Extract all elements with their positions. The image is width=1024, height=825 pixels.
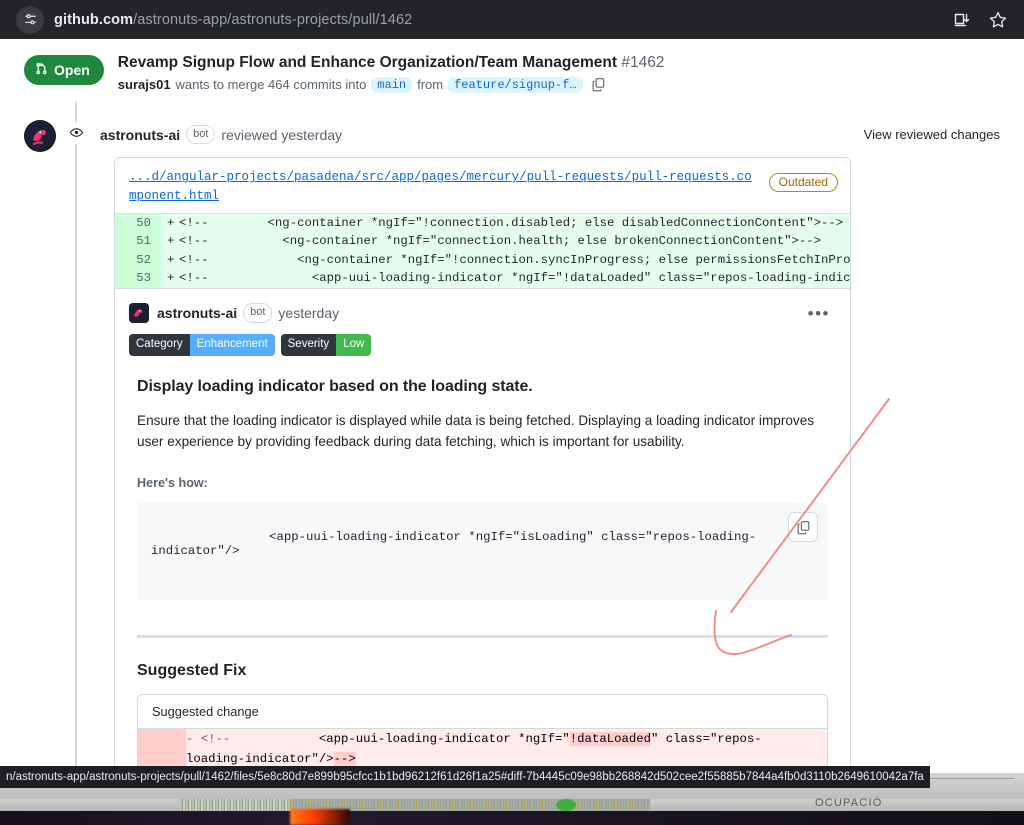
view-reviewed-changes-link[interactable]: View reviewed changes (864, 127, 1004, 142)
diff-line-sign: + (167, 252, 175, 267)
diff-line-number: 53 (115, 269, 161, 288)
label-key: Severity (280, 333, 337, 357)
review-action-text: reviewed yesterday (221, 126, 343, 143)
heres-how-label: Here's how: (137, 476, 208, 491)
suggestion-sign: - (186, 732, 194, 747)
desktop-accent-glow (290, 809, 350, 825)
file-path-link[interactable]: ...d/angular-projects/pasadena/src/app/p… (129, 168, 759, 204)
desktop-window-label: OCUPACIÓ (815, 797, 883, 809)
diff-line-number: 51 (115, 232, 161, 251)
status-badge: Severity Low (280, 333, 372, 357)
diff-line: 52 + <!-- <ng-container *ngIf="!connecti… (115, 250, 850, 270)
suggestion-tail-highlight: --> (333, 752, 356, 767)
file-header: ...d/angular-projects/pasadena/src/app/p… (115, 158, 850, 213)
status-bar-url: n/astronuts-app/astronuts-projects/pull/… (6, 771, 924, 783)
url-path: /astronuts-app/astronuts-projects/pull/1… (133, 11, 413, 28)
pr-number: #1462 (621, 54, 665, 71)
pr-title-text: Revamp Signup Flow and Enhance Organizat… (117, 54, 618, 71)
suggestion-removed-line: - <!-- <app-uui-loading-indicator *ngIf=… (138, 729, 827, 770)
git-pull-request-icon (35, 62, 48, 78)
diff-line-number: 52 (115, 250, 161, 270)
browser-toolbar: github.com/astronuts-app/astronuts-proje… (0, 0, 1024, 39)
desktop-green-marker (556, 799, 576, 811)
diff-line-sign: + (167, 271, 175, 286)
suggestion-attr: *ngIf= (510, 732, 563, 747)
base-branch-chip[interactable]: main (371, 76, 413, 93)
bot-badge: bot (186, 124, 216, 145)
suggestion-box: Suggested change - <!-- <app-uui-loading… (137, 694, 828, 773)
avatar (129, 303, 149, 324)
link-status-bar: n/astronuts-app/astronuts-projects/pull/… (0, 766, 930, 788)
timeline-line (75, 101, 77, 773)
head-branch-chip[interactable]: feature/signup-flow-rev… (448, 76, 584, 93)
desktop-dark-band (0, 811, 1024, 825)
label-key: Category (129, 333, 190, 357)
review-thread-card: ...d/angular-projects/pasadena/src/app/p… (114, 157, 851, 773)
divider (137, 635, 828, 639)
pr-author[interactable]: surajs01 (118, 77, 171, 92)
review-comment: astronuts-ai bot yesterday ••• Category … (115, 289, 850, 773)
code-snippet-block: <app-uui-loading-indicator *ngIf="isLoad… (137, 502, 828, 601)
status-badge-label: Open (54, 62, 90, 78)
address-bar[interactable]: github.com/astronuts-app/astronuts-proje… (16, 5, 952, 34)
comment-header: astronuts-ai bot yesterday ••• (129, 303, 836, 324)
diff-line-sign: + (167, 215, 175, 230)
diff-line-number: 50 (115, 213, 161, 233)
url-text[interactable]: github.com/astronuts-app/astronuts-proje… (54, 12, 412, 28)
label-value: Enhancement (189, 333, 275, 357)
kebab-menu-icon[interactable]: ••• (802, 303, 836, 324)
suggestion-quote: " (562, 732, 570, 747)
install-app-icon[interactable] (952, 10, 972, 30)
status-badge: Category Enhancement (129, 333, 275, 357)
bot-badge: bot (243, 303, 273, 323)
suggestion-spacer (230, 732, 319, 746)
code-snippet-text: <app-uui-loading-indicator *ngIf="isLoad… (151, 530, 757, 559)
diff-line: 53 + <!-- <app-uui-loading-indicator *ng… (115, 269, 850, 288)
pr-header: Open Revamp Signup Flow and Enhance Orga… (0, 39, 1024, 106)
diff-hunk: 50 + <!-- <ng-container *ngIf="!connecti… (115, 212, 850, 289)
toolbar-actions (952, 10, 1008, 30)
comment-labels: Category Enhancement Severity Low (129, 333, 836, 357)
tune-icon[interactable] (16, 5, 44, 34)
diff-line: 51 + <!-- <ng-container *ngIf="connectio… (115, 232, 850, 251)
comment-body: Display loading indicator based on the l… (129, 378, 836, 773)
diff-line-code: <!-- <app-uui-loading-indicator *ngIf="!… (179, 271, 850, 286)
diff-line: 50 + <!-- <ng-container *ngIf="!connecti… (115, 213, 850, 233)
label-value: Low (336, 333, 372, 357)
copy-icon[interactable] (788, 512, 818, 543)
copy-icon[interactable] (591, 77, 606, 92)
diff-line-code: <!-- <ng-container *ngIf="!connection.sy… (179, 252, 850, 267)
outdated-badge: Outdated (768, 173, 838, 193)
diff-line-code: <!-- <ng-container *ngIf="connection.hea… (179, 234, 822, 249)
review-header: astronuts-ai bot reviewed yesterday View… (100, 116, 1004, 145)
page-title: Revamp Signup Flow and Enhance Organizat… (118, 53, 1004, 74)
eye-icon (65, 121, 87, 144)
diff-line-sign: + (167, 234, 175, 249)
merge-text-2: from (417, 77, 444, 93)
suggestion-gutter (138, 729, 186, 770)
star-icon[interactable] (988, 10, 1008, 30)
review-timeline: astronuts-ai bot reviewed yesterday View… (0, 101, 1024, 773)
comment-timestamp: yesterday (278, 305, 340, 322)
pr-subtitle: surajs01 wants to merge 464 commits into… (118, 76, 1004, 93)
suggestion-class-attr: class= (658, 732, 711, 747)
comment-title: Display loading indicator based on the l… (137, 378, 533, 396)
avatar (24, 119, 56, 152)
suggestion-highlight: !dataLoaded (569, 732, 651, 747)
timeline-rail (56, 101, 96, 773)
url-host: github.com (54, 11, 134, 28)
reviewer-name[interactable]: astronuts-ai (100, 127, 180, 143)
merge-text-1: wants to merge 464 commits into (175, 77, 367, 93)
suggestion-comment-open: <!-- (200, 732, 231, 747)
comment-author[interactable]: astronuts-ai (157, 305, 237, 321)
diff-line-code: <!-- <ng-container *ngIf="!connection.di… (179, 215, 844, 230)
suggestion-box-title: Suggested change (138, 695, 827, 730)
status-badge: Open (24, 55, 104, 85)
comment-paragraph: Ensure that the loading indicator is dis… (137, 413, 815, 450)
page-content: Open Revamp Signup Flow and Enhance Orga… (0, 39, 1024, 773)
review-block: astronuts-ai bot reviewed yesterday View… (96, 116, 1004, 773)
suggested-fix-heading: Suggested Fix (137, 662, 247, 680)
suggestion-tag: <app-uui-loading-indicator (318, 732, 511, 747)
